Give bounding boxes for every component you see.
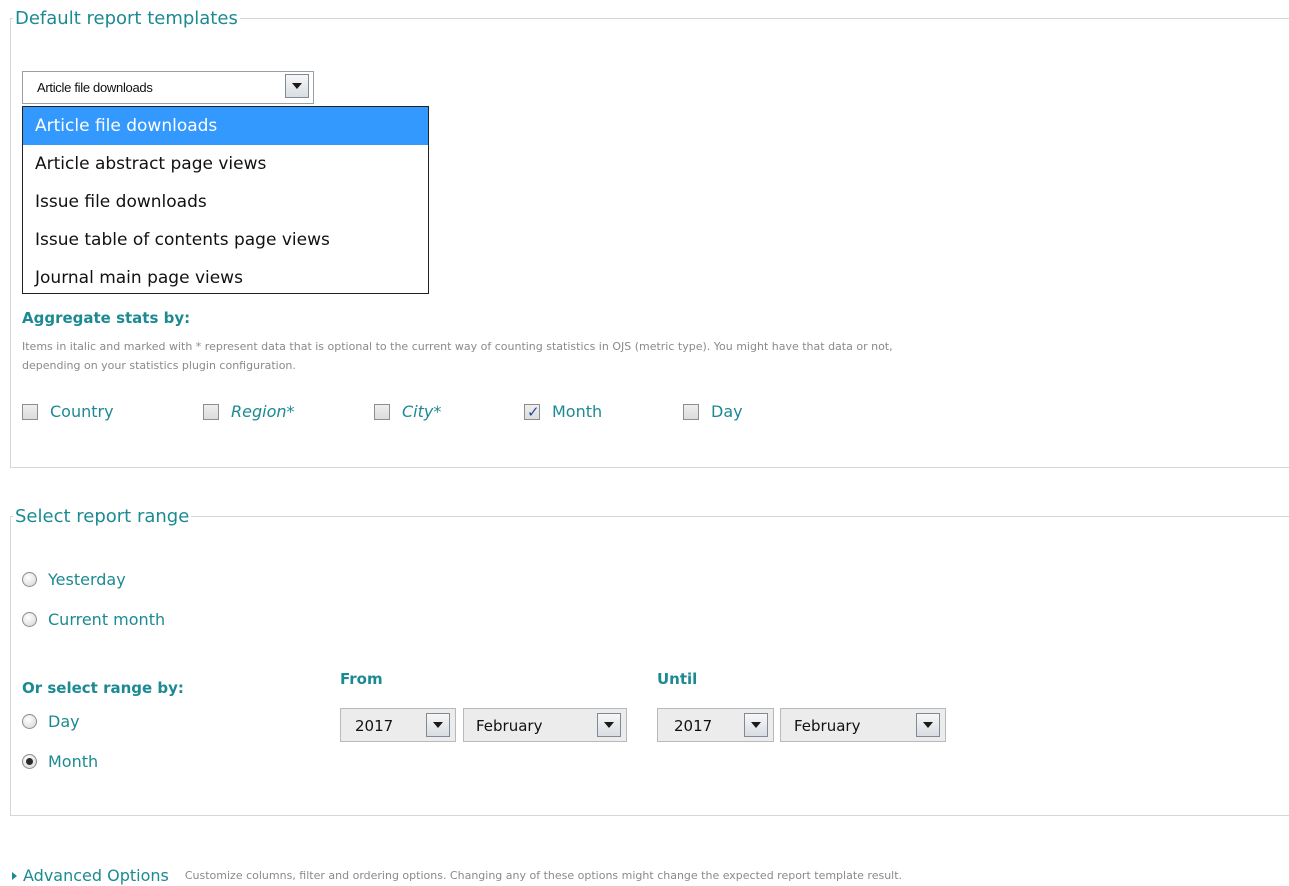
until-label: Until — [657, 670, 698, 688]
templates-legend: Default report templates — [15, 8, 238, 29]
aggregate-note-line2: depending on your statistics plugin conf… — [22, 359, 296, 372]
month-checkbox[interactable]: ✓ — [524, 402, 540, 421]
region-checkbox[interactable] — [203, 403, 219, 420]
current-month-label: Current month — [48, 610, 166, 629]
from-year-dropdown-button[interactable] — [426, 713, 450, 737]
chevron-down-icon — [604, 722, 614, 728]
range-yesterday[interactable]: Yesterday — [22, 570, 126, 589]
advanced-options-description: Customize columns, filter and ordering o… — [184, 869, 903, 882]
range-by-day[interactable]: Day — [22, 712, 80, 731]
checkmark-icon: ✓ — [527, 402, 540, 421]
country-label: Country — [50, 402, 114, 421]
report-range-fieldset: Select report range — [10, 506, 1289, 816]
aggregate-note: Items in italic and marked with * repres… — [22, 337, 1287, 375]
range-day-radio[interactable] — [22, 714, 37, 729]
range-day-label: Day — [48, 712, 80, 731]
dropdown-button[interactable] — [285, 74, 309, 98]
range-current-month[interactable]: Current month — [22, 610, 165, 629]
aggregate-note-line1: Items in italic and marked with * repres… — [22, 340, 893, 353]
from-month-value: February — [476, 717, 543, 735]
yesterday-radio[interactable] — [22, 572, 37, 587]
chevron-down-icon — [292, 83, 302, 89]
from-year-value: 2017 — [355, 717, 394, 735]
range-legend: Select report range — [15, 506, 190, 527]
yesterday-label: Yesterday — [48, 570, 126, 589]
aggregate-heading: Aggregate stats by: — [22, 309, 191, 327]
aggregate-country[interactable]: Country — [22, 402, 114, 421]
dropdown-option[interactable]: Article abstract page views — [23, 145, 428, 183]
aggregate-city[interactable]: City* — [374, 402, 441, 421]
day-label: Day — [711, 402, 743, 421]
from-month-select[interactable]: February — [463, 708, 627, 742]
until-year-dropdown-button[interactable] — [744, 713, 768, 737]
advanced-options-link[interactable]: Advanced Options — [23, 866, 169, 885]
current-month-radio[interactable] — [22, 612, 37, 627]
from-label: From — [340, 670, 383, 688]
aggregate-day[interactable]: Day — [683, 402, 743, 421]
dropdown-option[interactable]: Journal main page views — [23, 259, 428, 297]
dropdown-option[interactable]: Issue table of contents page views — [23, 221, 428, 259]
from-month-dropdown-button[interactable] — [597, 713, 621, 737]
aggregate-month[interactable]: ✓ Month — [524, 402, 602, 421]
range-month-label: Month — [48, 752, 99, 771]
report-template-dropdown-list: Article file downloads Article abstract … — [22, 106, 429, 294]
caret-right-icon — [12, 871, 17, 880]
or-select-heading: Or select range by: — [22, 679, 184, 697]
city-checkbox[interactable] — [374, 403, 390, 420]
report-template-select[interactable]: Article file downloads — [22, 71, 314, 104]
region-label: Region* — [231, 402, 295, 421]
until-month-dropdown-button[interactable] — [916, 713, 940, 737]
chevron-down-icon — [923, 722, 933, 728]
dropdown-option[interactable]: Article file downloads — [23, 107, 428, 145]
day-checkbox[interactable] — [683, 403, 699, 420]
until-month-value: February — [794, 717, 861, 735]
aggregate-region[interactable]: Region* — [203, 402, 295, 421]
range-by-month[interactable]: Month — [22, 752, 98, 771]
report-template-selected-value: Article file downloads — [37, 80, 153, 95]
until-month-select[interactable]: February — [780, 708, 946, 742]
chevron-down-icon — [751, 722, 761, 728]
until-year-value: 2017 — [674, 717, 713, 735]
country-checkbox[interactable] — [22, 403, 38, 420]
dropdown-option[interactable]: Issue file downloads — [23, 183, 428, 221]
from-year-select[interactable]: 2017 — [340, 708, 456, 742]
city-label: City* — [402, 402, 442, 421]
advanced-options-row: Advanced Options Customize columns, filt… — [12, 866, 902, 885]
chevron-down-icon — [433, 722, 443, 728]
range-month-radio[interactable] — [22, 754, 37, 769]
until-year-select[interactable]: 2017 — [657, 708, 774, 742]
month-label: Month — [552, 402, 603, 421]
